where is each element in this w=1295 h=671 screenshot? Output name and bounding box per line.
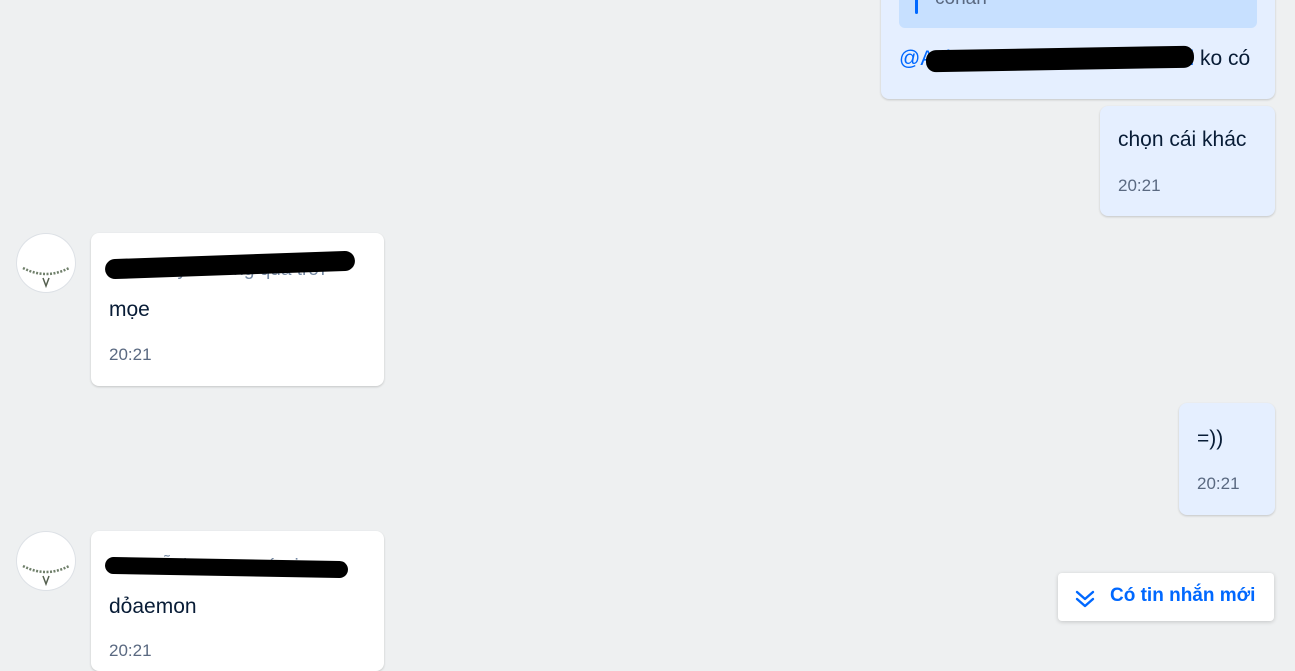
- message-time: 20:21: [1197, 474, 1240, 493]
- message-text: dỏaemon: [109, 595, 197, 618]
- avatar[interactable]: [17, 234, 75, 292]
- message-bubble-incoming[interactable]: ả thì dễ thương quá ơi dỏaemon 20:21: [91, 531, 384, 671]
- avatar-image: [22, 266, 70, 289]
- message-time: 20:21: [109, 641, 152, 660]
- quoted-message[interactable]: conan: [899, 0, 1257, 28]
- quote-text: conan: [935, 0, 987, 10]
- redaction-mark: [925, 45, 1195, 73]
- message-time: 20:21: [109, 345, 152, 364]
- message-time: 20:21: [1118, 176, 1161, 195]
- message-bubble-outgoing[interactable]: =)) 20:21: [1179, 403, 1275, 515]
- quote-accent-bar: [915, 0, 918, 14]
- message-text-tail: ko có: [1199, 47, 1251, 70]
- message-text: =)): [1197, 427, 1224, 450]
- avatar-image: [22, 564, 70, 587]
- double-chevron-down-icon: [1075, 590, 1095, 608]
- message-bubble-outgoing[interactable]: chọn cái khác 20:21: [1100, 106, 1275, 216]
- new-messages-button[interactable]: Có tin nhắn mới: [1058, 573, 1274, 621]
- message-bubble-incoming[interactable]: Anh thấy thương quá trời mọe 20:21: [91, 233, 384, 386]
- new-messages-label: Có tin nhắn mới: [1110, 585, 1256, 606]
- message-text: mọe: [109, 298, 150, 321]
- message-text: chọn cái khác: [1118, 128, 1247, 151]
- message-bubble-outgoing[interactable]: conan @Anhơi ko có: [881, 0, 1275, 99]
- avatar[interactable]: [17, 532, 75, 590]
